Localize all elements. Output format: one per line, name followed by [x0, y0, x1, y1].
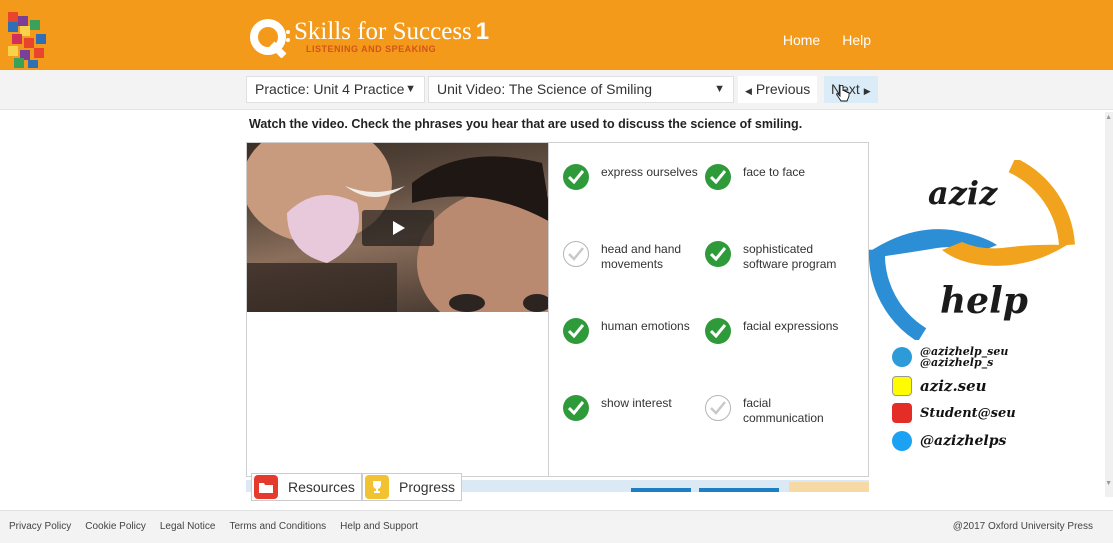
- hand-cursor-icon: [836, 85, 850, 102]
- snapchat-icon: [892, 376, 912, 396]
- option-label: show interest: [601, 396, 672, 410]
- watermark-word-bottom: help: [940, 280, 1028, 322]
- scroll-down-icon[interactable]: ▼: [1105, 480, 1112, 487]
- top-nav: Home Help: [783, 32, 871, 48]
- option-item[interactable]: express ourselves: [563, 164, 711, 190]
- progress-tab[interactable]: Progress: [362, 473, 463, 501]
- page-footer: Privacy Policy Cookie Policy Legal Notic…: [0, 510, 1113, 543]
- youtube-handle: Student@seu: [920, 405, 1016, 421]
- practice-select-value: Practice: Unit 4 Practice: [255, 81, 405, 97]
- option-item[interactable]: face to face: [705, 164, 853, 190]
- telegram-handle-2: @azizhelp_s: [920, 356, 994, 369]
- option-label: facial communication: [743, 396, 824, 425]
- cookie-policy-link[interactable]: Cookie Policy: [85, 521, 146, 532]
- brand-level: 1: [475, 18, 490, 45]
- progress-label: Progress: [399, 479, 456, 495]
- help-link[interactable]: Help: [842, 32, 871, 48]
- option-item[interactable]: facial communication: [705, 395, 853, 426]
- watermark-telegram: @azizhelp_seu @azizhelp_s: [892, 346, 1008, 368]
- brand-title: Skills for Success: [294, 18, 472, 45]
- twitter-handle: @azizhelps: [920, 433, 1007, 449]
- next-button[interactable]: Next ▶: [824, 76, 878, 103]
- watermark-twitter: @azizhelps: [892, 431, 1006, 451]
- folder-icon: [254, 475, 278, 499]
- legal-notice-link[interactable]: Legal Notice: [160, 521, 216, 532]
- activity-select-value: Unit Video: The Science of Smiling: [437, 81, 653, 97]
- option-label: face to face: [743, 165, 806, 179]
- terms-link[interactable]: Terms and Conditions: [229, 521, 326, 532]
- check-circle-icon[interactable]: [563, 318, 589, 344]
- option-label: express ourselves: [601, 165, 698, 179]
- play-button[interactable]: [362, 210, 434, 246]
- brand-logo[interactable]: Skills for Success 1 LISTENING AND SPEAKI…: [250, 18, 489, 62]
- watermark-word-top: aziz: [928, 174, 998, 212]
- snapchat-handle: aziz.seu: [920, 377, 987, 395]
- hidden-control[interactable]: [631, 488, 691, 492]
- twitter-icon: [892, 431, 912, 451]
- option-item[interactable]: show interest: [563, 395, 711, 421]
- video-player[interactable]: [247, 143, 548, 312]
- option-label: facial expressions: [743, 319, 839, 333]
- watermark-youtube: Student@seu: [892, 403, 1016, 423]
- activity-toolbar: Practice: Unit 4 Practice ▼ Unit Video: …: [0, 70, 1113, 110]
- check-circle-icon[interactable]: [705, 164, 731, 190]
- option-label: head and hand movements: [601, 242, 682, 271]
- option-label: sophisticated software program: [743, 242, 837, 271]
- option-item[interactable]: human emotions: [563, 318, 711, 344]
- option-item[interactable]: head and hand movements: [563, 241, 711, 272]
- telegram-icon: [892, 347, 912, 367]
- arrow-right-icon: ▶: [863, 86, 871, 96]
- unchecked-circle-icon[interactable]: [705, 395, 731, 421]
- activity-panel: express ourselves face to face head and …: [246, 142, 869, 477]
- hidden-control[interactable]: [699, 488, 779, 492]
- privacy-policy-link[interactable]: Privacy Policy: [9, 521, 71, 532]
- resources-tab[interactable]: Resources: [251, 473, 362, 501]
- check-circle-icon[interactable]: [563, 395, 589, 421]
- previous-button[interactable]: ◀ Previous: [738, 76, 818, 103]
- chevron-down-icon: ▼: [405, 83, 416, 95]
- practice-select[interactable]: Practice: Unit 4 Practice ▼: [246, 76, 425, 103]
- unchecked-circle-icon[interactable]: [563, 241, 589, 267]
- option-item[interactable]: sophisticated software program: [705, 241, 853, 272]
- footer-links: Privacy Policy Cookie Policy Legal Notic…: [9, 521, 418, 532]
- brand-mosaic-icon: [8, 12, 46, 68]
- trophy-icon: [365, 475, 389, 499]
- app-header: Skills for Success 1 LISTENING AND SPEAKI…: [0, 0, 1113, 70]
- check-circle-icon[interactable]: [563, 164, 589, 190]
- watermark-logo: aziz help @azizhelp_seu @azizhelp_s aziz…: [862, 160, 1077, 460]
- previous-label: Previous: [755, 81, 811, 97]
- watermark-snapchat: aziz.seu: [892, 376, 987, 396]
- chevron-down-icon: ▼: [714, 83, 725, 95]
- check-circle-icon[interactable]: [705, 241, 731, 267]
- youtube-icon: [892, 403, 912, 423]
- option-label: human emotions: [601, 319, 690, 333]
- check-circle-icon[interactable]: [705, 318, 731, 344]
- resources-label: Resources: [288, 479, 355, 495]
- q-logo-icon: [250, 19, 290, 58]
- copyright: @2017 Oxford University Press: [952, 521, 1093, 532]
- hidden-control[interactable]: [789, 482, 869, 492]
- home-link[interactable]: Home: [783, 32, 820, 48]
- activity-select[interactable]: Unit Video: The Science of Smiling ▼: [428, 76, 734, 103]
- scroll-up-icon[interactable]: ▲: [1105, 114, 1112, 121]
- option-item[interactable]: facial expressions: [705, 318, 853, 344]
- panel-divider: [548, 143, 549, 476]
- arrow-left-icon: ◀: [745, 86, 752, 96]
- activity-instructions: Watch the video. Check the phrases you h…: [249, 117, 803, 131]
- help-support-link[interactable]: Help and Support: [340, 521, 418, 532]
- scrollbar[interactable]: [1105, 112, 1113, 497]
